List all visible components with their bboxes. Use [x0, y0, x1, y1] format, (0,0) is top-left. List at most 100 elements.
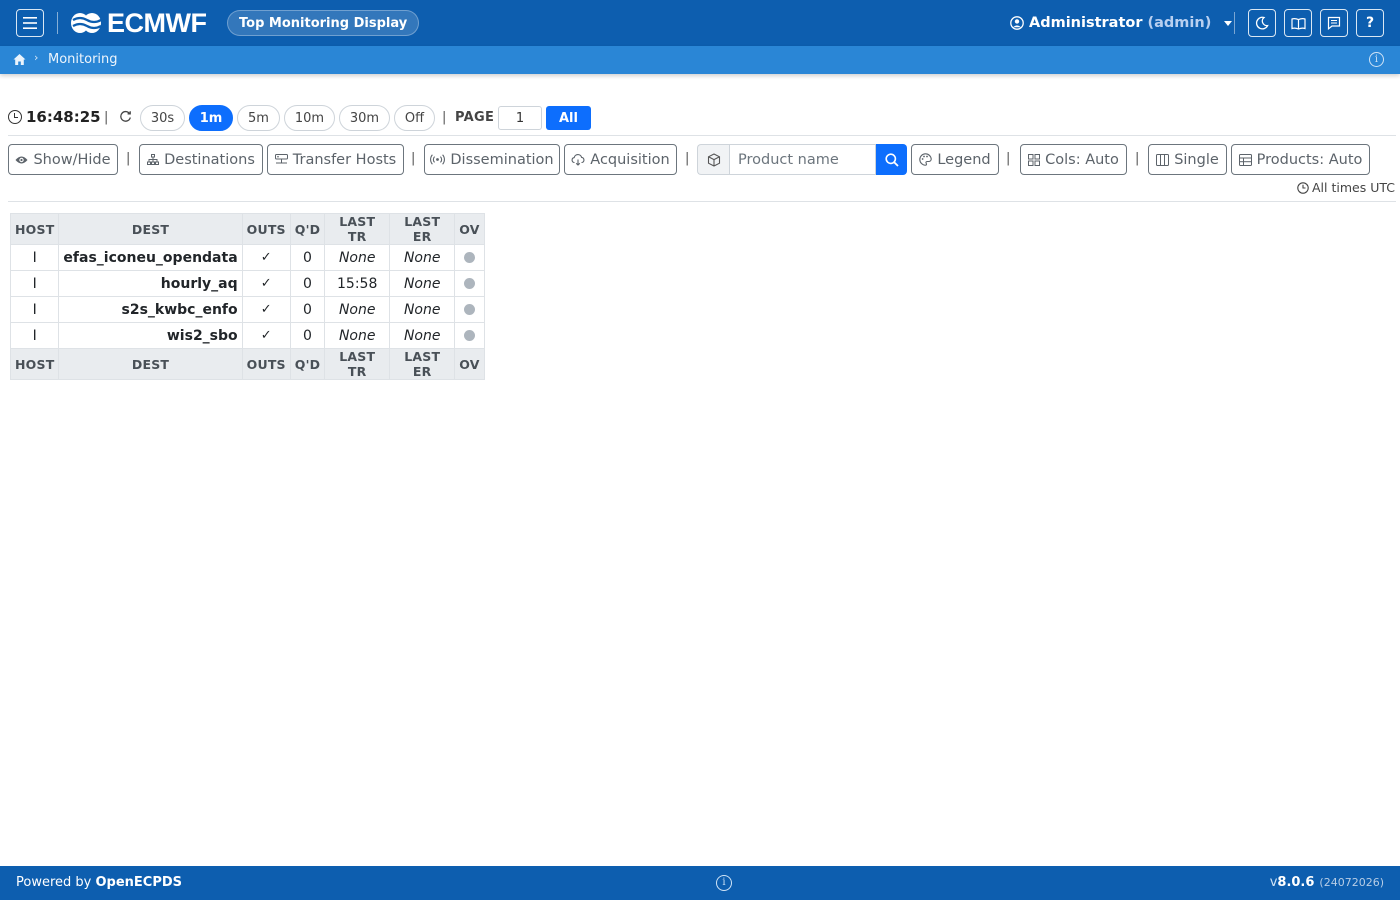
- sitemap-icon: [147, 154, 160, 165]
- queued-count: 0: [289, 244, 326, 271]
- status-dot-icon: [463, 330, 475, 341]
- single-view-label: Single: [1174, 151, 1219, 168]
- acquisition-button[interactable]: Acquisition: [564, 144, 677, 175]
- hdd-network-icon: [274, 154, 288, 164]
- column-footer-host: HOST: [9, 348, 60, 380]
- column-footer-outs: OUTS: [241, 348, 291, 380]
- column-header-queued[interactable]: Q'D: [289, 213, 326, 245]
- user-menu[interactable]: Administrator (admin): [1010, 12, 1233, 34]
- refresh-30m[interactable]: 30m: [339, 105, 390, 131]
- breadcrumb-separator-icon: ›: [34, 51, 39, 64]
- column-header-overview[interactable]: OV: [454, 213, 485, 245]
- divider: |: [411, 151, 416, 166]
- destinations-label: Destinations: [164, 151, 255, 168]
- ecmwf-logo[interactable]: ECMWF: [70, 10, 207, 37]
- ecmwf-logo-mark: [71, 13, 102, 33]
- menu-toggle-button[interactable]: [16, 9, 44, 37]
- documentation-button[interactable]: [1284, 9, 1312, 37]
- check-icon: ✓: [241, 296, 291, 323]
- host-cell[interactable]: I: [9, 244, 60, 271]
- refresh-1m[interactable]: 1m: [189, 105, 233, 131]
- table-row: I wis2_sbo ✓ 0 None None: [9, 322, 485, 349]
- show-hide-button[interactable]: Show/Hide: [8, 144, 118, 175]
- user-role: (admin): [1147, 15, 1212, 31]
- table-row: I efas_iconeu_opendata ✓ 0 None None: [9, 244, 485, 271]
- navbar-divider: [1234, 12, 1235, 34]
- refresh-off[interactable]: Off: [394, 105, 435, 131]
- columns-button[interactable]: Cols: Auto: [1020, 144, 1127, 175]
- version-info: v8.0.6 (24072026): [1270, 875, 1384, 890]
- legend-button[interactable]: Legend: [911, 144, 999, 175]
- chat-icon: [1327, 16, 1341, 30]
- dark-mode-button[interactable]: [1248, 9, 1276, 37]
- divider: |: [1006, 151, 1011, 166]
- column-header-last-transfer[interactable]: LAST TR: [324, 213, 391, 245]
- queued-count: 0: [289, 296, 326, 323]
- messages-button[interactable]: [1320, 9, 1348, 37]
- refresh-5m[interactable]: 5m: [237, 105, 280, 131]
- app-name-badge[interactable]: Top Monitoring Display: [227, 10, 420, 36]
- column-footer-overview: OV: [454, 348, 485, 380]
- destinations-button[interactable]: Destinations: [139, 144, 263, 175]
- column-header-outs[interactable]: OUTS: [241, 213, 291, 245]
- breadcrumb-item-monitoring: Monitoring: [48, 52, 118, 67]
- last-error-cell: None: [389, 270, 456, 297]
- last-transfer-cell: None: [324, 296, 391, 323]
- overview-cell[interactable]: [454, 244, 485, 271]
- column-header-host[interactable]: HOST: [9, 213, 60, 245]
- host-cell[interactable]: I: [9, 296, 60, 323]
- host-cell[interactable]: I: [9, 322, 60, 349]
- breadcrumb: › Monitoring i: [0, 46, 1400, 74]
- check-icon: ✓: [241, 270, 291, 297]
- version-number: 8.0.6: [1277, 875, 1315, 890]
- broadcast-icon: [430, 154, 446, 165]
- moon-icon: [1255, 16, 1269, 30]
- product-search-button[interactable]: [876, 144, 907, 175]
- cloud-download-icon: [571, 153, 585, 166]
- status-dot-icon: [463, 252, 475, 263]
- refresh-10m[interactable]: 10m: [284, 105, 335, 131]
- user-circle-icon: [1010, 16, 1024, 30]
- divider: |: [104, 110, 109, 125]
- destination-link[interactable]: wis2_sbo: [58, 322, 243, 349]
- search-icon: [884, 152, 899, 167]
- overview-cell[interactable]: [454, 322, 485, 349]
- hamburger-icon: [23, 17, 37, 29]
- destination-link[interactable]: hourly_aq: [58, 270, 243, 297]
- info-icon[interactable]: i: [716, 875, 732, 891]
- transfer-hosts-button[interactable]: Transfer Hosts: [267, 144, 404, 175]
- overview-cell[interactable]: [454, 270, 485, 297]
- page-number-input[interactable]: 1: [498, 106, 542, 130]
- divider: |: [126, 151, 131, 166]
- clock-icon: [8, 110, 22, 124]
- all-pages-button[interactable]: All: [546, 106, 591, 130]
- timezone-label: All times UTC: [1312, 180, 1395, 195]
- destination-link[interactable]: efas_iconeu_opendata: [58, 244, 243, 271]
- transfer-hosts-label: Transfer Hosts: [292, 151, 397, 168]
- clock-icon: [1297, 181, 1309, 194]
- help-button[interactable]: ?: [1356, 9, 1384, 37]
- single-view-button[interactable]: Single: [1148, 144, 1227, 175]
- column-header-last-error[interactable]: LAST ER: [389, 213, 456, 245]
- openecpds-link[interactable]: OpenECPDS: [95, 875, 182, 890]
- home-icon[interactable]: [13, 53, 26, 66]
- top-navbar: ECMWF Top Monitoring Display Administrat…: [0, 0, 1400, 46]
- product-name-input[interactable]: Product name: [729, 144, 876, 175]
- legend-label: Legend: [937, 151, 991, 168]
- refresh-30s[interactable]: 30s: [140, 105, 185, 131]
- last-error-cell: None: [389, 244, 456, 271]
- column-header-dest[interactable]: DEST: [58, 213, 243, 245]
- destination-link[interactable]: s2s_kwbc_enfo: [58, 296, 243, 323]
- info-icon[interactable]: i: [1369, 52, 1384, 67]
- refresh-icon[interactable]: [119, 110, 132, 123]
- dissemination-button[interactable]: Dissemination: [424, 144, 560, 175]
- check-icon: ✓: [241, 322, 291, 349]
- box-icon: [697, 144, 729, 175]
- products-label: Products: Auto: [1256, 151, 1363, 168]
- products-button[interactable]: Products: Auto: [1231, 144, 1370, 175]
- column-footer-last-transfer: LAST TR: [324, 348, 391, 380]
- host-cell[interactable]: I: [9, 270, 60, 297]
- timezone-note: All times UTC: [1297, 180, 1395, 195]
- current-time: 16:48:25: [26, 108, 101, 126]
- overview-cell[interactable]: [454, 296, 485, 323]
